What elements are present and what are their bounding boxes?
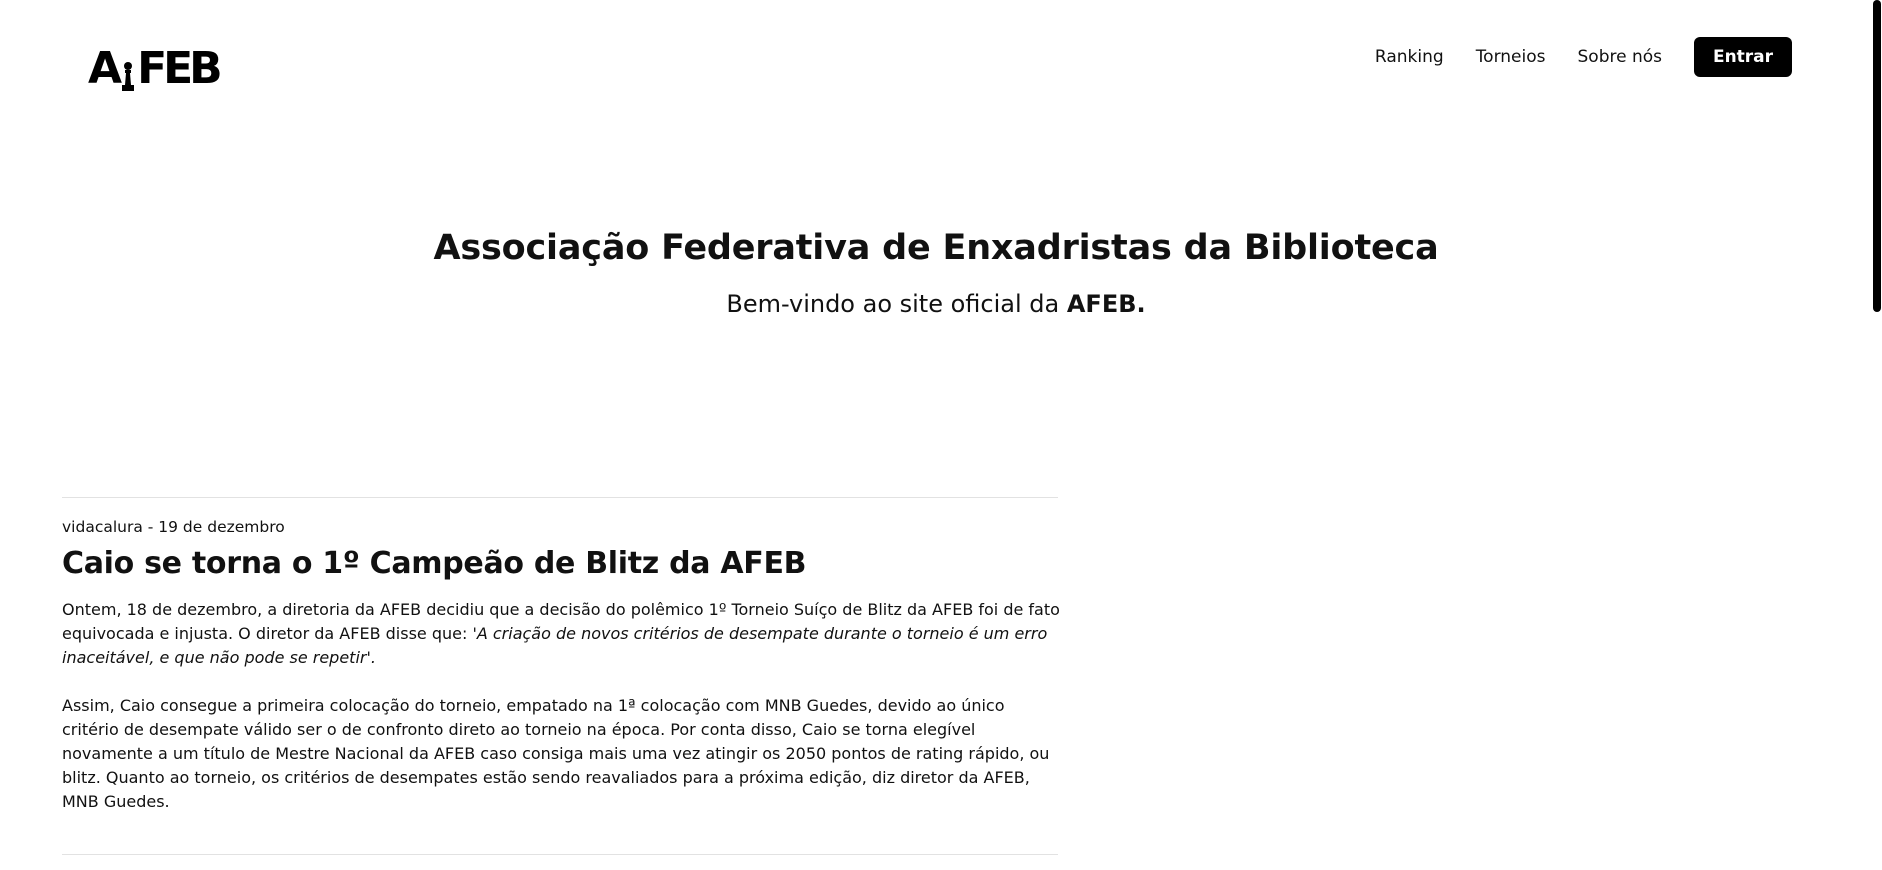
post-paragraph-2: Assim, Caio consegue a primeira colocaçã… <box>62 696 1050 811</box>
nav-torneios[interactable]: Torneios <box>1476 47 1546 67</box>
main-nav: Ranking Torneios Sobre nós Entrar <box>1375 37 1792 77</box>
post-meta: vidacalura - 19 de dezembro <box>62 518 285 536</box>
nav-sobre-nos[interactable]: Sobre nós <box>1578 47 1663 67</box>
post-title[interactable]: Caio se torna o 1º Campeão de Blitz da A… <box>62 546 1058 581</box>
post-paragraph-1: Ontem, 18 de dezembro, a diretoria da AF… <box>62 598 1062 670</box>
page-scrollbar[interactable] <box>1872 0 1882 870</box>
site-header: A FEB Ranking Torneios Sobre nós Entrar <box>0 0 1872 120</box>
logo-letter-a: A <box>88 43 122 94</box>
scrollbar-thumb[interactable] <box>1873 0 1881 312</box>
post-body: Ontem, 18 de dezembro, a diretoria da AF… <box>62 598 1062 814</box>
hero-section: Associação Federativa de Enxadristas da … <box>0 228 1872 318</box>
page-title: Associação Federativa de Enxadristas da … <box>433 228 1439 268</box>
news-post: vidacalura - 19 de dezembro Caio se torn… <box>62 497 1060 814</box>
login-button[interactable]: Entrar <box>1694 37 1792 77</box>
post-divider <box>62 854 1058 855</box>
afeb-logo[interactable]: A FEB <box>88 43 223 94</box>
subtitle-text: Bem-vindo ao site oficial da <box>726 290 1067 318</box>
nav-ranking[interactable]: Ranking <box>1375 47 1444 67</box>
logo-letters-feb: FEB <box>137 43 223 94</box>
chess-pawn-icon <box>121 57 135 91</box>
subtitle-brand: AFEB. <box>1066 290 1146 318</box>
page-subtitle: Bem-vindo ao site oficial da AFEB. <box>0 290 1872 318</box>
